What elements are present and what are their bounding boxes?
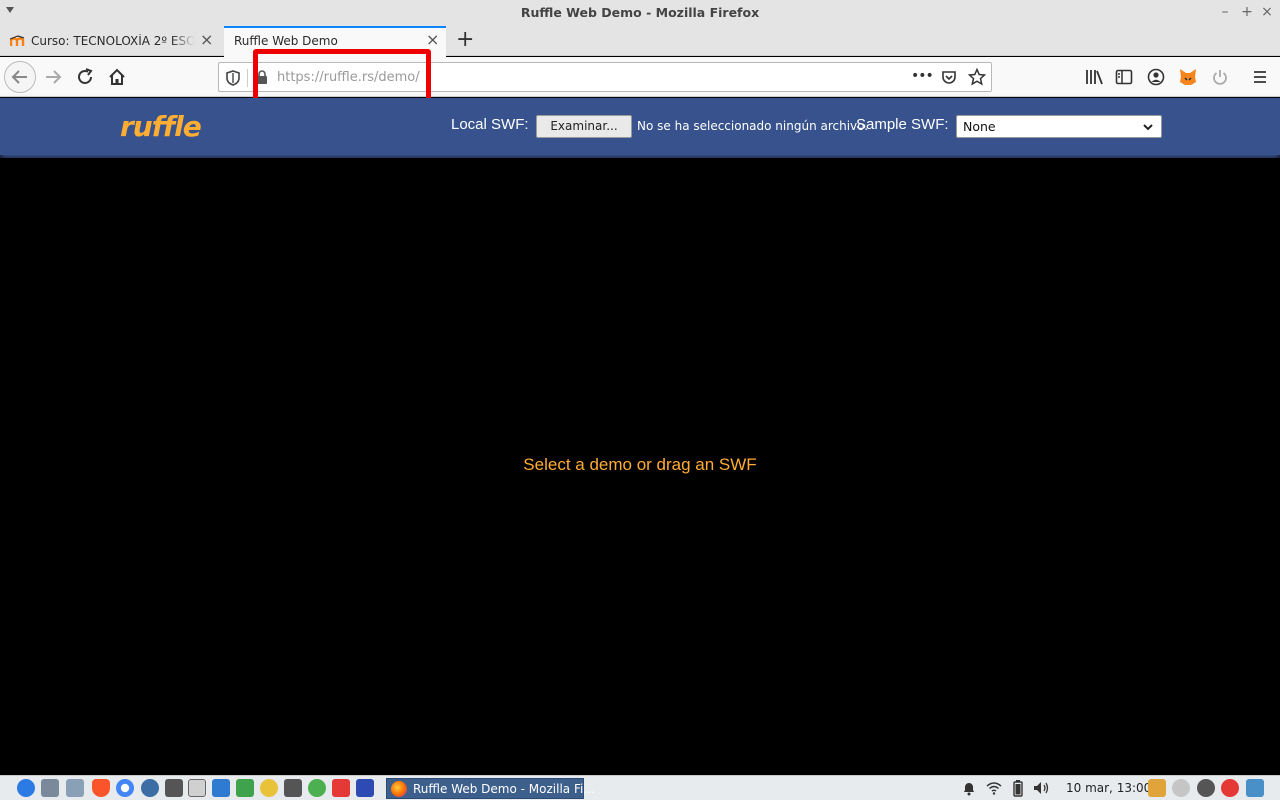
taskbar-window-label: Ruffle Web Demo - Mozilla Fi... xyxy=(413,782,595,796)
browse-button[interactable]: Examinar... xyxy=(536,115,632,138)
back-arrow-icon xyxy=(11,70,27,84)
metamask-extension-icon[interactable] xyxy=(1176,65,1200,89)
wifi-icon[interactable] xyxy=(986,781,1002,795)
power-extension-icon[interactable] xyxy=(1208,65,1232,89)
sample-swf-value: None xyxy=(963,119,996,134)
url-separator xyxy=(247,69,248,87)
lock-screen-icon[interactable] xyxy=(1148,779,1166,797)
tracking-shield-icon[interactable] xyxy=(226,70,240,86)
reload-icon[interactable] xyxy=(73,65,97,89)
tab-curso[interactable]: Curso: TECNOLOXÍA 2º ESO 2 × xyxy=(0,26,222,56)
green-app-icon[interactable] xyxy=(308,779,326,797)
sidebar-icon[interactable] xyxy=(1112,65,1136,89)
scratch-icon[interactable] xyxy=(260,779,278,797)
library-icon[interactable] xyxy=(1082,65,1106,89)
back-button[interactable] xyxy=(4,61,36,93)
moodle-favicon-icon xyxy=(10,35,25,46)
shutdown-icon[interactable] xyxy=(1221,779,1239,797)
blue-app-icon[interactable] xyxy=(356,779,374,797)
taskbar: Ruffle Web Demo - Mozilla Fi... 10 mar, … xyxy=(0,775,1280,800)
new-tab-icon[interactable]: + xyxy=(456,29,474,51)
no-file-text: No se ha seleccionado ningún archivo. xyxy=(637,119,869,133)
start-menu-icon[interactable] xyxy=(17,779,35,797)
clock[interactable]: 10 mar, 13:00 xyxy=(1066,781,1151,795)
bookmark-star-icon[interactable] xyxy=(968,68,986,86)
brave-browser-icon[interactable] xyxy=(92,779,110,797)
tab-label: Ruffle Web Demo xyxy=(234,34,338,48)
taskbar-firefox-window[interactable]: Ruffle Web Demo - Mozilla Fi... xyxy=(386,778,595,799)
chromium-icon[interactable] xyxy=(116,779,134,797)
clock-app-icon[interactable] xyxy=(1172,779,1190,797)
volume-icon[interactable] xyxy=(1033,781,1051,795)
red-app-icon[interactable] xyxy=(332,779,350,797)
web-browser-icon[interactable] xyxy=(141,779,159,797)
close-window-icon[interactable]: × xyxy=(1260,4,1274,20)
tab-label: Curso: TECNOLOXÍA 2º ESO 2 xyxy=(31,34,195,48)
text-editor-icon[interactable] xyxy=(188,779,206,797)
calculator-icon[interactable] xyxy=(165,779,183,797)
sample-swf-label: Sample SWF: xyxy=(856,116,949,133)
drop-message: Select a demo or drag an SWF xyxy=(523,455,757,474)
close-tab-icon[interactable]: × xyxy=(426,32,439,48)
ruffle-player-area[interactable]: Select a demo or drag an SWF xyxy=(0,158,1280,775)
navigation-toolbar: https://ruffle.rs/demo/ ••• xyxy=(0,57,1280,97)
show-desktop-icon[interactable] xyxy=(1246,779,1264,797)
battery-icon[interactable] xyxy=(1013,779,1023,797)
hamburger-menu-icon[interactable] xyxy=(1248,65,1272,89)
page-actions-icon[interactable]: ••• xyxy=(911,68,934,84)
account-icon[interactable] xyxy=(1144,65,1168,89)
forward-arrow-icon[interactable] xyxy=(41,65,65,89)
window-title: Ruffle Web Demo - Mozilla Firefox xyxy=(520,5,760,20)
window-titlebar: Ruffle Web Demo - Mozilla Firefox – + × xyxy=(0,0,1280,26)
pocket-icon[interactable] xyxy=(941,69,957,85)
home-icon[interactable] xyxy=(105,65,129,89)
local-swf-label: Local SWF: xyxy=(451,116,529,133)
ninja-app-icon[interactable] xyxy=(284,779,302,797)
notification-bell-icon[interactable] xyxy=(962,781,976,796)
ruffle-logo[interactable]: ruffle xyxy=(120,110,202,143)
firefox-icon xyxy=(391,781,407,797)
logout-icon[interactable] xyxy=(1197,779,1215,797)
minimize-icon[interactable]: – xyxy=(1218,4,1232,20)
ruffle-header: ruffle Local SWF: Examinar... No se ha s… xyxy=(0,98,1280,155)
maximize-icon[interactable]: + xyxy=(1240,4,1254,20)
chevron-down-icon xyxy=(1142,117,1154,140)
writer-icon[interactable] xyxy=(212,779,230,797)
file-manager-icon[interactable] xyxy=(66,779,84,797)
close-tab-icon[interactable]: × xyxy=(200,32,213,48)
file-search-icon[interactable] xyxy=(41,779,59,797)
spreadsheet-icon[interactable] xyxy=(236,779,254,797)
tab-strip: Curso: TECNOLOXÍA 2º ESO 2 × Ruffle Web … xyxy=(0,26,1280,57)
sample-swf-select[interactable]: None xyxy=(956,115,1162,138)
